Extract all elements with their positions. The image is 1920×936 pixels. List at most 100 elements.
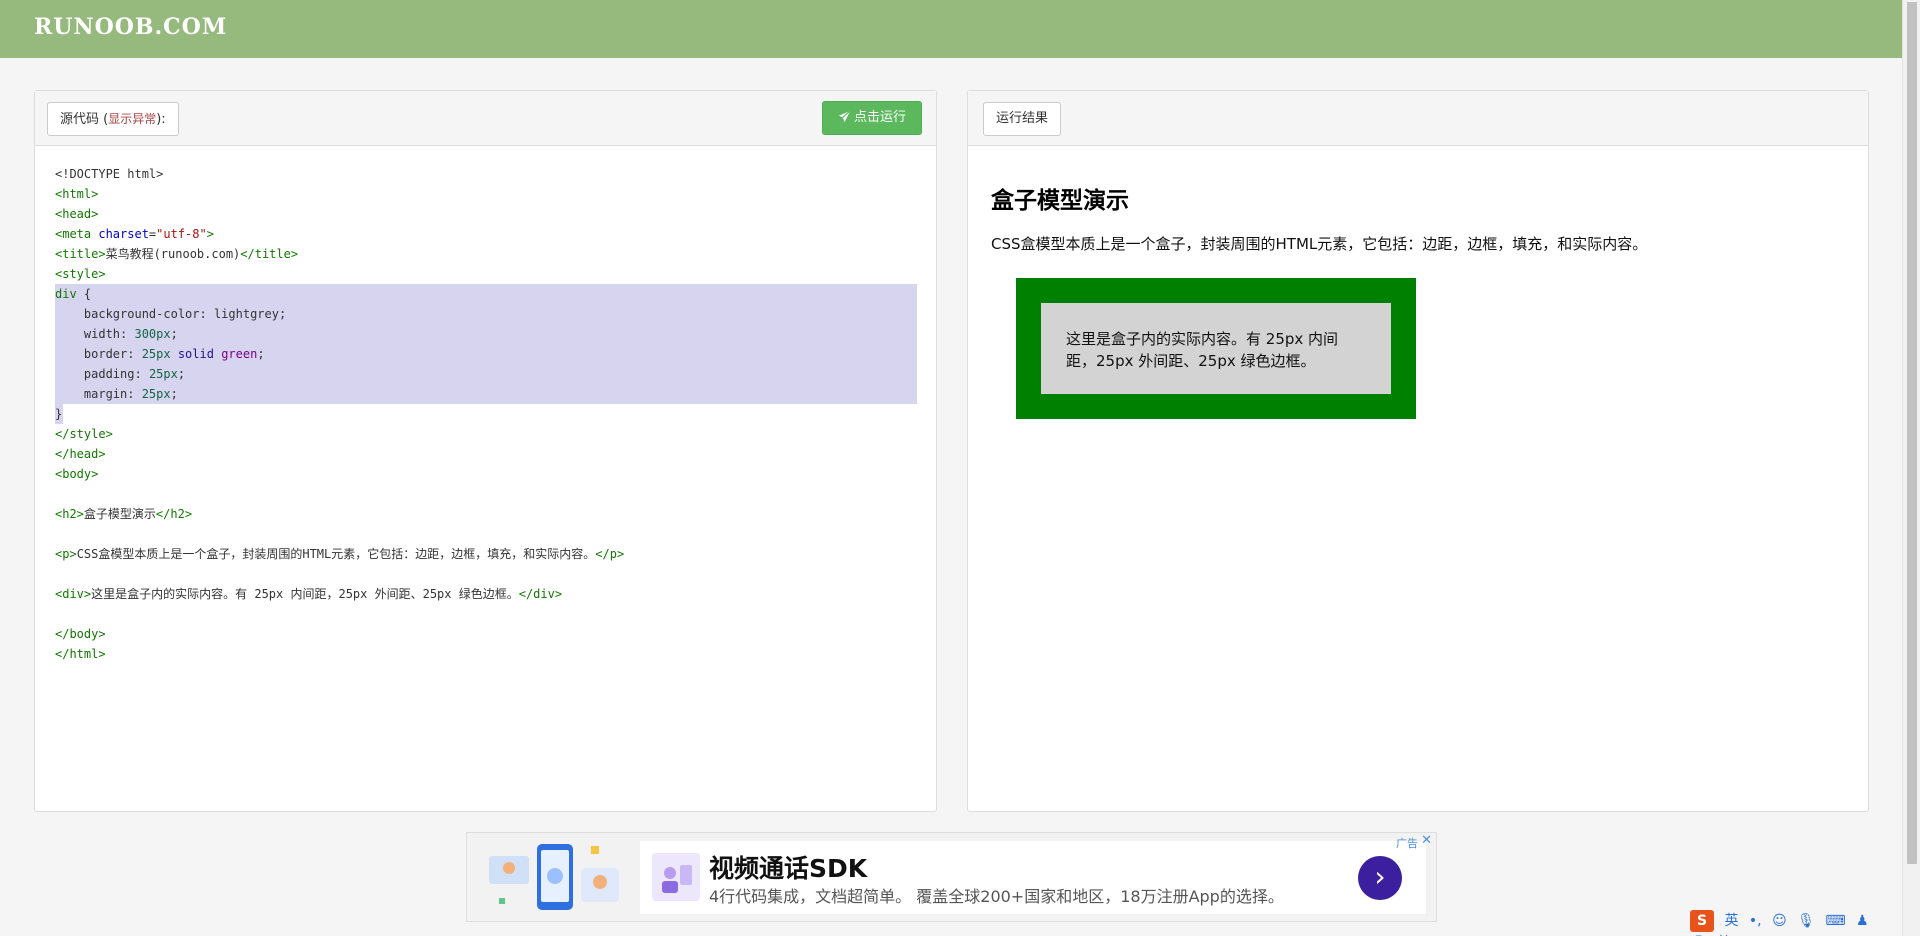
code-token: <h2> [55,507,84,521]
code-token: : [134,367,149,381]
code-line: </head> [55,444,917,464]
ad-card[interactable]: 视频通话SDK 4行代码集成，文档超简单。 覆盖全球200+国家和地区，18万注… [640,841,1426,914]
ime-user-icon[interactable]: ♟ [1856,913,1869,929]
code-token: <title> [55,247,106,261]
code-token: } [55,404,63,424]
code-token: : [120,327,135,341]
code-token: 这里是盒子内的实际内容。有 25px 内间距，25px 外间距、25px 绿色边… [91,587,519,601]
code-token: { [76,287,92,301]
result-heading: 盒子模型演示 [991,188,1129,214]
code-token: background-color [55,307,200,321]
code-token: ; [170,387,178,401]
code-token: </style> [55,427,113,441]
code-token: padding [55,367,135,381]
code-line-selected: border: 25px solid green; [55,344,917,364]
code-token: <p> [55,547,77,561]
code-token: </div> [518,587,563,601]
ime-punctuation-toggle[interactable]: •, [1749,913,1762,929]
run-button[interactable]: 点击运行 [822,101,922,135]
code-token: charset [91,227,149,241]
code-token: <div> [55,587,92,601]
ime-language-toggle[interactable]: 英 [1724,910,1738,930]
code-token: 菜鸟教程(runoob.com) [105,247,241,261]
code-token: <style> [55,267,106,281]
code-token: CSS盒模型本质上是一个盒子，封装周围的HTML元素，它包括：边距，边框，填充，… [76,547,596,561]
code-line: <p>CSS盒模型本质上是一个盒子，封装周围的HTML元素，它包括：边距，边框，… [55,544,917,564]
ime-simplified-toggle[interactable]: 简 [1718,932,1732,936]
code-token: <html> [55,187,99,201]
ime-voice-icon[interactable]: 🎙 [1797,913,1815,929]
code-token: : lightgrey; [199,307,287,321]
result-panel-header: 运行结果 [968,91,1868,146]
code-line: <body> [55,464,917,484]
code-line: <h2>盒子模型演示</h2> [55,504,917,524]
ad-label: 广告 [1396,837,1418,850]
ad-illustration [489,844,619,910]
ad-arrow-button[interactable]: › [1358,856,1402,900]
code-line: } [55,404,917,424]
code-token: </h2> [155,507,193,521]
code-line: </style> [55,424,917,444]
code-token: 盒子模型演示 [83,507,156,521]
code-line-selected: background-color: lightgrey; [55,304,917,324]
code-token: </html> [55,647,106,661]
ad-close-icon[interactable]: ✕ [1421,833,1432,848]
code-line: </html> [55,644,917,664]
code-token: 25px [141,387,171,401]
ad-title[interactable]: 视频通话SDK [709,849,867,885]
display-error-link[interactable]: 显示异常 [108,112,156,126]
code-token: : [127,387,142,401]
code-token: "utf-8" [156,227,207,241]
ad-banner[interactable]: 视频通话SDK 4行代码集成，文档超简单。 覆盖全球200+国家和地区，18万注… [466,832,1437,922]
ad-subtitle: 4行代码集成，文档超简单。 覆盖全球200+国家和地区，18万注册App的选择。 [709,887,1284,906]
code-token: </body> [55,627,106,641]
code-token: 25px [148,367,178,381]
code-token: > [206,227,214,241]
code-token: <!DOCTYPE html> [55,167,164,181]
code-token: 25px [141,347,171,361]
code-token: div [55,287,77,301]
code-token: margin [55,387,128,401]
source-panel-header: 源代码 (显示异常): 点击运行 [35,91,936,146]
ad-thumbnail [652,853,700,901]
code-editor[interactable]: <!DOCTYPE html> <html> <head> <meta char… [55,164,917,664]
vertical-scrollbar[interactable] [1902,0,1920,936]
result-label: 运行结果 [983,102,1062,136]
code-token: <meta [55,227,92,241]
site-header: RUNOOB.COM [0,0,1902,58]
source-label-text: 源代码 ( [60,112,109,127]
code-token: green [221,347,258,361]
code-line: <meta charset="utf-8"> [55,224,917,244]
code-line: <style> [55,264,917,284]
code-token: 300px [134,327,171,341]
result-paragraph: CSS盒模型本质上是一个盒子，封装周围的HTML元素，它包括：边距，边框，填充，… [991,235,1648,253]
code-token: : [127,347,142,361]
code-token: <head> [55,207,99,221]
ime-keyboard-icon[interactable]: ⌨ [1825,913,1845,929]
code-token: width [55,327,121,341]
source-label-suffix: ): [156,112,166,127]
code-line: <div>这里是盒子内的实际内容。有 25px 内间距，25px 外间距、25p… [55,584,917,604]
code-line: <!DOCTYPE html> [55,164,917,184]
code-token: </head> [55,447,106,461]
box-model-demo: 这里是盒子内的实际内容。有 25px 内间距，25px 外间距、25px 绿色边… [1016,278,1416,419]
ime-logo-icon[interactable]: S [1690,910,1714,932]
send-icon [838,110,851,123]
code-token: </title> [240,247,299,261]
scrollbar-thumb[interactable] [1907,2,1917,864]
code-line: </body> [55,624,917,644]
code-line-selected: padding: 25px; [55,364,917,384]
box-content-text: 这里是盒子内的实际内容。有 25px 内间距，25px 外间距、25px 绿色边… [1066,330,1339,370]
ime-emoji-icon[interactable]: ☺ [1772,913,1787,929]
result-panel: 运行结果 盒子模型演示 CSS盒模型本质上是一个盒子，封装周围的HTML元素，它… [967,90,1869,812]
site-logo[interactable]: RUNOOB.COM [34,14,227,40]
code-token: solid [170,347,222,361]
code-line-selected: div { [55,284,917,304]
code-line-selected: width: 300px; [55,324,917,344]
run-button-label: 点击运行 [853,110,906,125]
code-line: <html> [55,184,917,204]
